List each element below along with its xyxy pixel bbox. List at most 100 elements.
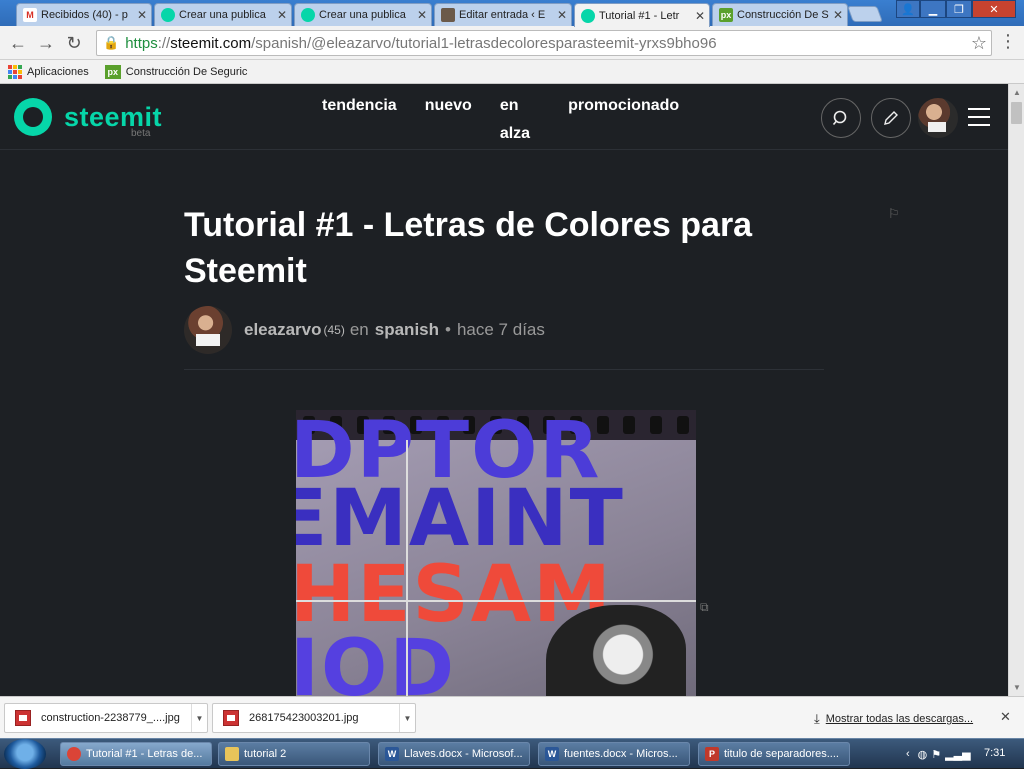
back-arrow-icon[interactable]: ← xyxy=(6,31,30,55)
browser-tab[interactable]: M Recibidos (40) - p ✕ xyxy=(16,3,152,26)
light-streak xyxy=(296,600,696,602)
scroll-down-arrow-icon[interactable]: ▼ xyxy=(1013,683,1021,692)
close-tab-icon[interactable]: ✕ xyxy=(557,8,567,22)
scroll-thumb[interactable] xyxy=(1011,102,1022,124)
author-avatar[interactable] xyxy=(184,306,232,354)
taskbar-item[interactable]: W fuentes.docx - Micros... xyxy=(538,742,690,766)
taskbar-label: titulo de separadores.... xyxy=(724,748,839,760)
word-icon: W xyxy=(545,747,559,761)
new-tab-button[interactable] xyxy=(847,6,883,22)
in-label: en xyxy=(349,320,369,339)
taskbar-label: Tutorial #1 - Letras de... xyxy=(86,748,203,760)
close-tab-icon[interactable]: ✕ xyxy=(833,8,843,22)
browser-tab[interactable]: px Construcción De S ✕ xyxy=(712,3,848,26)
close-downloads-icon[interactable]: ✕ xyxy=(1000,709,1011,725)
bullet-separator: • xyxy=(445,320,451,339)
bookmark-star-icon[interactable]: ☆ xyxy=(971,33,987,54)
download-filename: 268175423003201.jpg xyxy=(249,712,359,724)
chevron-down-icon[interactable]: ▼ xyxy=(191,704,207,732)
browser-tab[interactable]: Editar entrada ‹ E ✕ xyxy=(434,3,572,26)
taskbar-label: fuentes.docx - Micros... xyxy=(564,748,678,760)
browser-toolbar: ← → ↻ 🔒 https://steemit.com/spanish/@ele… xyxy=(0,26,1024,60)
write-post-button[interactable] xyxy=(871,98,911,138)
flag-tray-icon[interactable]: ⚑ xyxy=(931,748,941,761)
forward-arrow-icon[interactable]: → xyxy=(34,31,58,55)
hamburger-menu-icon[interactable] xyxy=(968,108,990,132)
user-icon[interactable]: 👤 xyxy=(896,0,920,18)
search-button[interactable] xyxy=(821,98,861,138)
taskbar-item[interactable]: Tutorial #1 - Letras de... xyxy=(60,742,212,766)
search-icon xyxy=(832,110,847,126)
post-category[interactable]: spanish xyxy=(375,320,439,340)
tab-title: Crear una publica xyxy=(179,9,266,21)
start-button[interactable] xyxy=(4,739,46,769)
tab-title: Tutorial #1 - Letr xyxy=(599,9,680,22)
external-link-icon[interactable]: ⧉ xyxy=(700,600,709,615)
post-hero-image[interactable]: DPTOR EMAINT HESAM IOD xyxy=(296,410,696,696)
steemit-icon xyxy=(161,8,175,22)
close-tab-icon[interactable]: ✕ xyxy=(277,8,287,22)
taskbar-label: tutorial 2 xyxy=(244,748,287,760)
page-scrollbar[interactable]: ▲ ▼ xyxy=(1008,84,1024,696)
lock-icon: 🔒 xyxy=(103,35,120,50)
chrome-icon xyxy=(67,747,81,761)
image-file-icon xyxy=(15,710,31,726)
user-avatar[interactable] xyxy=(918,98,958,138)
show-all-downloads-link[interactable]: ⤓ Mostrar todas las descargas... xyxy=(814,711,973,727)
taskbar-item[interactable]: W Llaves.docx - Microsof... xyxy=(378,742,530,766)
nav-hot[interactable]: en alza xyxy=(500,92,530,148)
taskbar: Tutorial #1 - Letras de... tutorial 2 W … xyxy=(0,738,1024,769)
close-window-button[interactable]: ✕ xyxy=(972,0,1016,18)
nav-trending[interactable]: tendencia xyxy=(322,92,397,148)
bookmark-apps[interactable]: Aplicaciones xyxy=(8,64,89,79)
taskbar-item[interactable]: tutorial 2 xyxy=(218,742,370,766)
bookmark-site-label: Construcción De Seguric xyxy=(125,65,248,78)
nav-new[interactable]: nuevo xyxy=(425,92,472,148)
reload-icon[interactable]: ↻ xyxy=(62,31,86,55)
browser-tab-active[interactable]: Tutorial #1 - Letr ✕ xyxy=(574,3,710,27)
beta-label: beta xyxy=(131,128,151,139)
system-tray: ‹ ◍ ⚑ ▂▃▅ xyxy=(906,739,971,769)
folder-icon xyxy=(225,747,239,761)
hero-word: IOD xyxy=(296,624,457,696)
url-separator: :// xyxy=(157,34,171,52)
signal-bars-icon[interactable]: ▂▃▅ xyxy=(945,748,970,761)
post-byline: eleazarvo (45) en spanish • hace 7 días xyxy=(184,306,545,354)
bookmark-site[interactable]: px Construcción De Seguric xyxy=(104,64,248,79)
browser-menu-icon[interactable]: ⋮ xyxy=(998,31,1018,55)
download-item[interactable]: construction-2238779_....jpg ▼ xyxy=(4,703,208,733)
tab-title: Construcción De S xyxy=(737,9,829,21)
url-host: steemit.com xyxy=(170,34,252,52)
close-tab-icon[interactable]: ✕ xyxy=(695,9,705,23)
download-item[interactable]: 268175423003201.jpg ▼ xyxy=(212,703,416,733)
author-name[interactable]: eleazarvo xyxy=(244,320,322,340)
nav-promoted[interactable]: promocionado xyxy=(568,92,679,148)
taskbar-item[interactable]: P titulo de separadores.... xyxy=(698,742,850,766)
address-bar[interactable]: 🔒 https://steemit.com/spanish/@eleazarvo… xyxy=(96,30,992,56)
px-icon: px xyxy=(104,64,121,79)
maximize-button[interactable]: ❐ xyxy=(946,0,972,18)
flag-icon[interactable]: ⚐ xyxy=(888,206,900,222)
minimize-button[interactable]: ▁ xyxy=(920,0,946,18)
network-icon[interactable]: ◍ xyxy=(918,748,928,761)
browser-tab[interactable]: Crear una publica ✕ xyxy=(154,3,292,26)
download-filename: construction-2238779_....jpg xyxy=(41,712,180,724)
px-icon: px xyxy=(719,8,733,22)
chevron-down-icon[interactable]: ▼ xyxy=(399,704,415,732)
taskbar-label: Llaves.docx - Microsof... xyxy=(404,748,523,760)
show-hidden-icons-icon[interactable]: ‹ xyxy=(906,748,910,760)
byline-divider xyxy=(184,369,824,370)
close-tab-icon[interactable]: ✕ xyxy=(417,8,427,22)
tab-strip: M Recibidos (40) - p ✕ Crear una publica… xyxy=(0,0,1024,27)
steemit-icon xyxy=(581,8,595,23)
post-timestamp: hace 7 días xyxy=(456,320,545,339)
browser-tab[interactable]: Crear una publica ✕ xyxy=(294,3,432,26)
steemit-logo-icon xyxy=(14,98,52,136)
scroll-up-arrow-icon[interactable]: ▲ xyxy=(1013,88,1021,97)
site-header: steemit beta tendencia nuevo en alza pro… xyxy=(0,84,1008,150)
publisher-icon: P xyxy=(705,747,719,761)
tab-title: Recibidos (40) - p xyxy=(41,9,128,21)
bookmarks-bar: Aplicaciones px Construcción De Seguric xyxy=(0,60,1024,84)
taskbar-clock[interactable]: 7:31 xyxy=(984,747,1005,759)
close-tab-icon[interactable]: ✕ xyxy=(137,8,147,22)
